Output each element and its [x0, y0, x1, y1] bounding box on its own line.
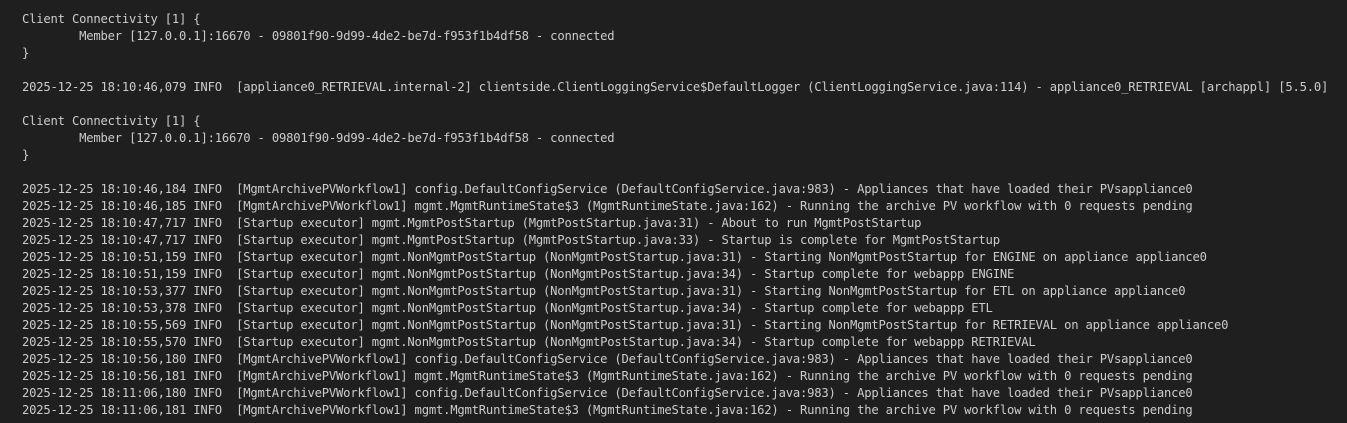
terminal-line: 2025-12-25 18:10:46,079 INFO [appliance0… — [22, 80, 1329, 94]
terminal-line: Member [127.0.0.1]:16670 - 09801f90-9d99… — [22, 29, 615, 43]
terminal-line: 2025-12-25 18:11:06,180 INFO [MgmtArchiv… — [22, 386, 1193, 400]
terminal-line: 2025-12-25 18:10:55,570 INFO [Startup ex… — [22, 335, 1036, 349]
terminal-line: 2025-12-25 18:10:51,159 INFO [Startup ex… — [22, 250, 1207, 264]
terminal-line: 2025-12-25 18:10:53,378 INFO [Startup ex… — [22, 301, 993, 315]
terminal-line: 2025-12-25 18:10:47,717 INFO [Startup ex… — [22, 233, 1000, 247]
terminal-line: 2025-12-25 18:10:46,184 INFO [MgmtArchiv… — [22, 182, 1193, 196]
terminal-line: Client Connectivity [1] { — [22, 114, 201, 128]
terminal-line: 2025-12-25 18:10:53,377 INFO [Startup ex… — [22, 284, 1186, 298]
terminal-line: 2025-12-25 18:10:51,159 INFO [Startup ex… — [22, 267, 1015, 281]
terminal-line: 2025-12-25 18:11:06,181 INFO [MgmtArchiv… — [22, 403, 1193, 417]
terminal-line: Client Connectivity [1] { — [22, 12, 201, 26]
terminal-line: 2025-12-25 18:10:47,717 INFO [Startup ex… — [22, 216, 922, 230]
terminal-line: 2025-12-25 18:10:46,185 INFO [MgmtArchiv… — [22, 199, 1193, 213]
terminal-lines: Client Connectivity [1] { Member [127.0.… — [22, 11, 1347, 419]
terminal-line: 2025-12-25 18:10:55,569 INFO [Startup ex… — [22, 318, 1229, 332]
terminal-line: Member [127.0.0.1]:16670 - 09801f90-9d99… — [22, 131, 615, 145]
terminal-output[interactable]: Client Connectivity [1] { Member [127.0.… — [0, 0, 1347, 423]
terminal-line: 2025-12-25 18:10:56,181 INFO [MgmtArchiv… — [22, 369, 1193, 383]
terminal-line: 2025-12-25 18:10:56,180 INFO [MgmtArchiv… — [22, 352, 1193, 366]
terminal-line: } — [22, 148, 30, 162]
terminal-line: } — [22, 46, 30, 60]
